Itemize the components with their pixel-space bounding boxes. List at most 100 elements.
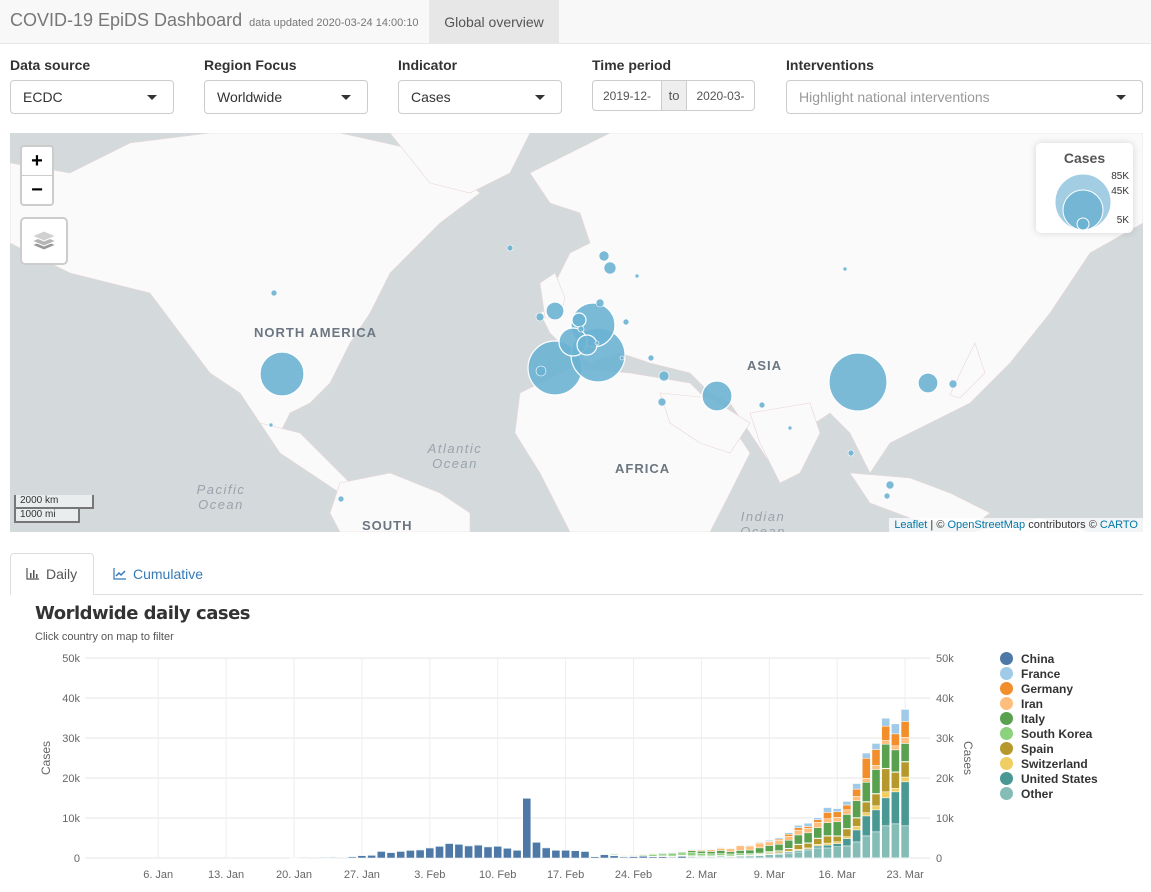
bar-segment-iran[interactable] — [900, 737, 910, 744]
bubble-russia[interactable] — [842, 266, 848, 272]
bubble-south-korea[interactable] — [917, 372, 939, 394]
bar-segment-china[interactable] — [803, 857, 813, 859]
bar-segment-germany[interactable] — [832, 811, 842, 818]
bar-segment-switzerland[interactable] — [823, 842, 832, 846]
bar-segment-germany[interactable] — [852, 788, 861, 797]
bar-segment-other[interactable] — [425, 847, 435, 849]
bar-segment-france[interactable] — [881, 717, 891, 727]
bar-segment-south-korea[interactable] — [735, 853, 745, 856]
bubble-romania[interactable] — [647, 354, 655, 362]
bar-segment-china[interactable] — [328, 856, 338, 859]
bar-segment-other[interactable] — [522, 797, 532, 799]
bar-segment-france[interactable] — [687, 848, 697, 850]
bar-segment-china[interactable] — [367, 854, 376, 859]
bar-segment-other[interactable] — [396, 850, 405, 852]
bubble-israel[interactable] — [657, 397, 667, 407]
bar-segment-switzerland[interactable] — [900, 776, 910, 783]
legend-item-south-korea[interactable]: South Korea — [1000, 726, 1098, 741]
bar-segment-china[interactable] — [774, 857, 784, 859]
bar-segment-china[interactable] — [483, 846, 493, 859]
bar-segment-other[interactable] — [493, 845, 502, 847]
bar-segment-germany[interactable] — [697, 849, 706, 851]
bar-segment-iran[interactable] — [794, 829, 803, 836]
bar-segment-italy[interactable] — [687, 850, 697, 853]
bar-segment-switzerland[interactable] — [745, 854, 755, 857]
bar-segment-germany[interactable] — [871, 749, 881, 766]
bar-segment-spain[interactable] — [755, 853, 764, 855]
bar-segment-other[interactable] — [765, 854, 774, 859]
bar-segment-other[interactable] — [571, 849, 580, 852]
bar-segment-china[interactable] — [658, 856, 667, 859]
bar-segment-spain[interactable] — [852, 817, 861, 827]
bar-segment-iran[interactable] — [697, 849, 706, 852]
bar-segment-china[interactable] — [377, 850, 386, 859]
bar-segment-spain[interactable] — [813, 838, 823, 845]
bar-segment-china[interactable] — [871, 857, 881, 859]
bar-segment-iran[interactable] — [677, 850, 687, 853]
bar-segment-other[interactable] — [687, 855, 697, 858]
bar-segment-spain[interactable] — [735, 854, 745, 857]
bubble-pakistan[interactable] — [758, 401, 766, 409]
bar-segment-switzerland[interactable] — [765, 853, 774, 855]
bar-segment-south-korea[interactable] — [629, 855, 638, 857]
bar-segment-other[interactable] — [745, 855, 755, 859]
bar-segment-china[interactable] — [435, 845, 444, 859]
bar-segment-germany[interactable] — [668, 851, 677, 853]
bar-segment-other[interactable] — [377, 850, 386, 852]
bar-segment-south-korea[interactable] — [677, 852, 687, 856]
bar-segment-germany[interactable] — [900, 721, 910, 738]
bar-segment-other[interactable] — [435, 845, 444, 847]
bar-segment-south-korea[interactable] — [716, 853, 726, 856]
bar-segment-other[interactable] — [347, 856, 357, 858]
bar-segment-other[interactable] — [415, 849, 425, 851]
bubble-greece[interactable] — [619, 355, 625, 361]
bar-segment-south-korea[interactable] — [832, 835, 842, 837]
bar-segment-other[interactable] — [726, 856, 735, 858]
bar-segment-france[interactable] — [716, 847, 726, 849]
bar-segment-switzerland[interactable] — [716, 855, 726, 857]
bubble-ecuador[interactable] — [337, 495, 345, 503]
bubble-finland[interactable] — [634, 273, 640, 279]
bar-segment-south-korea[interactable] — [891, 771, 900, 773]
bar-segment-china[interactable] — [551, 849, 561, 859]
bar-segment-south-korea[interactable] — [648, 854, 658, 857]
bar-segment-china[interactable] — [813, 857, 823, 859]
bar-segment-switzerland[interactable] — [813, 844, 823, 847]
bar-segment-other[interactable] — [697, 855, 706, 858]
bar-segment-switzerland[interactable] — [871, 805, 881, 811]
bar-segment-south-korea[interactable] — [900, 761, 910, 763]
bar-segment-other[interactable] — [386, 851, 396, 853]
bar-segment-china[interactable] — [842, 857, 852, 859]
bubble-iran[interactable] — [701, 380, 733, 412]
bar-segment-china[interactable] — [900, 857, 910, 859]
bar-segment-china[interactable] — [706, 857, 716, 859]
legend-item-iran[interactable]: Iran — [1000, 696, 1098, 711]
bar-segment-switzerland[interactable] — [668, 855, 677, 857]
bar-segment-switzerland[interactable] — [862, 812, 871, 817]
bar-segment-iran[interactable] — [813, 822, 823, 828]
bar-segment-iran[interactable] — [755, 842, 764, 849]
bar-segment-other[interactable] — [852, 841, 861, 859]
bar-segment-other[interactable] — [891, 823, 900, 859]
legend-item-france[interactable]: France — [1000, 666, 1098, 681]
bar-segment-united-states[interactable] — [803, 848, 813, 851]
bar-segment-south-korea[interactable] — [687, 852, 697, 857]
bar-segment-united-states[interactable] — [668, 855, 677, 857]
bar-segment-spain[interactable] — [862, 801, 871, 813]
bar-segment-france[interactable] — [658, 851, 667, 854]
bar-segment-spain[interactable] — [832, 835, 842, 842]
bar-segment-other[interactable] — [328, 856, 338, 858]
bar-segment-germany[interactable] — [803, 826, 813, 829]
bar-segment-iran[interactable] — [774, 840, 784, 845]
bar-segment-united-states[interactable] — [745, 855, 755, 857]
bubble-belgium[interactable] — [577, 325, 585, 333]
bar-segment-united-states[interactable] — [735, 855, 745, 857]
bar-segment-switzerland[interactable] — [891, 787, 900, 793]
bar-segment-china[interactable] — [765, 857, 774, 859]
bar-segment-spain[interactable] — [745, 854, 755, 856]
bar-segment-france[interactable] — [784, 832, 794, 835]
bar-segment-china[interactable] — [687, 856, 697, 859]
bar-segment-south-korea[interactable] — [619, 855, 629, 857]
bar-segment-other[interactable] — [735, 855, 745, 859]
bar-segment-south-korea[interactable] — [726, 853, 735, 857]
